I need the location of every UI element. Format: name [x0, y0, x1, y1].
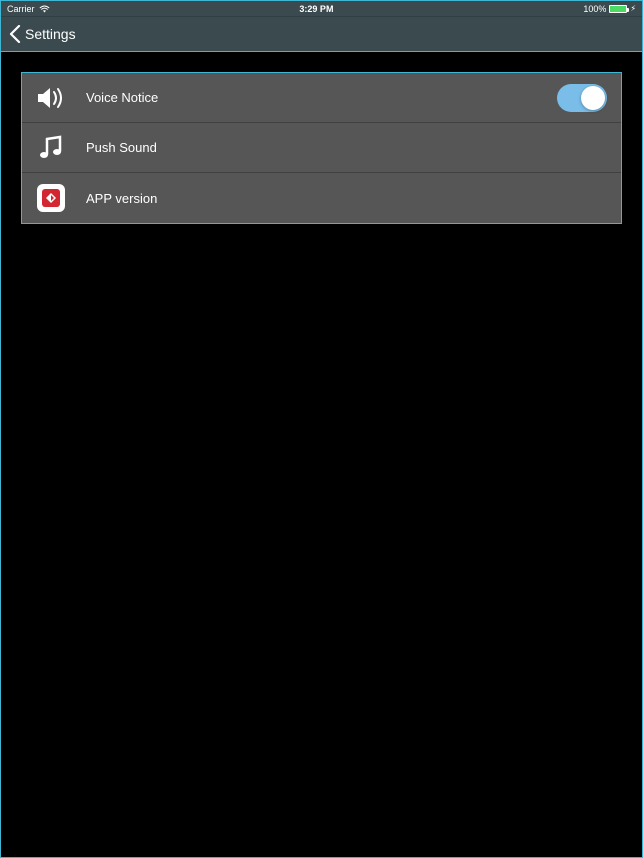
row-app-version[interactable]: APP version — [22, 173, 621, 223]
row-voice-notice[interactable]: Voice Notice — [22, 73, 621, 123]
row-label: Push Sound — [86, 140, 607, 155]
nav-bar: Settings — [1, 16, 642, 52]
status-right: 100% ⚡︎ — [583, 4, 636, 14]
row-label: Voice Notice — [86, 90, 537, 105]
page-title: Settings — [25, 26, 76, 42]
carrier-label: Carrier — [7, 4, 35, 14]
toggle-knob — [581, 86, 605, 110]
app-icon — [36, 184, 66, 212]
battery-icon — [609, 5, 627, 13]
row-push-sound[interactable]: Push Sound — [22, 123, 621, 173]
status-left: Carrier — [7, 4, 50, 14]
row-label: APP version — [86, 191, 607, 206]
status-time: 3:29 PM — [299, 4, 333, 14]
music-note-icon — [36, 135, 66, 161]
wifi-icon — [39, 5, 50, 13]
status-bar: Carrier 3:29 PM 100% ⚡︎ — [1, 1, 642, 16]
battery-percent: 100% — [583, 4, 606, 14]
content-area: Voice Notice Push Sound — [1, 52, 642, 857]
back-chevron-icon[interactable] — [9, 25, 21, 43]
settings-list: Voice Notice Push Sound — [21, 72, 622, 224]
speaker-icon — [36, 86, 66, 110]
charging-icon: ⚡︎ — [630, 4, 636, 13]
voice-notice-toggle[interactable] — [557, 84, 607, 112]
